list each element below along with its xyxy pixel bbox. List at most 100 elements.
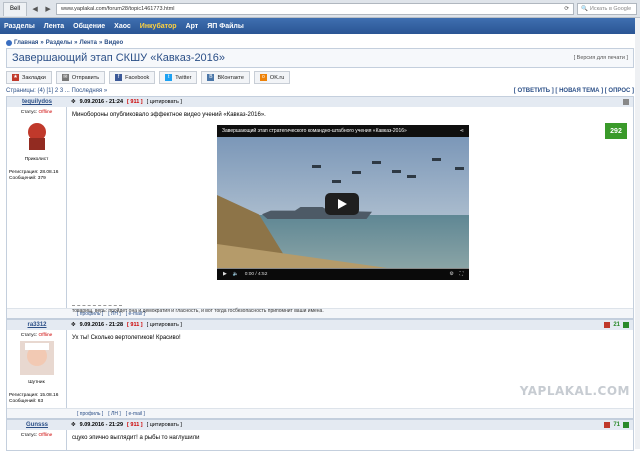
- report-icon[interactable]: [623, 99, 629, 105]
- topic-actions[interactable]: [ ОТВЕТИТЬ ] [ НОВАЯ ТЕМА ] [ ОПРОС ]: [514, 88, 634, 94]
- avatar[interactable]: [19, 118, 54, 152]
- post-link-icon[interactable]: ✥: [71, 99, 76, 105]
- quote-link[interactable]: [ цитировать ]: [147, 99, 182, 105]
- video-time: 0:00 / 4:52: [244, 271, 268, 277]
- quote-link[interactable]: [ цитировать ]: [147, 322, 182, 328]
- post: Gunsss ✥ 9.09.2016 - 21:29 [ 911 ] [ цит…: [6, 419, 634, 451]
- fullscreen-icon[interactable]: ⛶: [460, 271, 463, 277]
- post-date: 9.09.2016 - 21:29: [79, 422, 124, 428]
- site-watermark: YAPLAKAL.COM: [519, 384, 630, 398]
- post-author[interactable]: Gunsss: [7, 422, 67, 428]
- video-title[interactable]: Завершающий этап стратегического командн…: [222, 128, 407, 134]
- back-icon[interactable]: ◀: [30, 4, 40, 14]
- post-rating: 21: [604, 322, 633, 328]
- volume-icon[interactable]: 🔈: [233, 272, 239, 277]
- post-author[interactable]: tequilydos: [7, 99, 67, 105]
- author-panel: Статус: Offline: [7, 430, 67, 450]
- post-text: Минобороны опубликовало эффектное видео …: [72, 112, 266, 118]
- post-header: Gunsss ✥ 9.09.2016 - 21:29 [ 911 ] [ цит…: [7, 419, 633, 430]
- nav-item-incubator[interactable]: Инкубатор: [140, 23, 177, 30]
- helicopter-icon: [455, 167, 464, 170]
- post-date: 9.09.2016 - 21:24: [79, 99, 124, 105]
- helicopter-icon: [372, 161, 381, 164]
- forward-icon[interactable]: ▶: [43, 4, 53, 14]
- profile-link[interactable]: [ профиль ]: [77, 411, 103, 417]
- rate-down-icon[interactable]: [604, 422, 611, 428]
- settings-icon[interactable]: ⚙: [449, 272, 453, 277]
- print-version-link[interactable]: [ Версия для печати ]: [574, 55, 628, 61]
- facebook-icon: f: [115, 74, 123, 81]
- author-info: Регистрация: 28.08.16 Сообщений: 379: [9, 170, 64, 182]
- tab-label: Bell: [10, 6, 21, 12]
- send-button[interactable]: ✉ Отправить: [55, 71, 106, 84]
- post-meta: ✥ 9.09.2016 - 21:29 [ 911 ] [ цитировать…: [67, 422, 604, 428]
- breadcrumb-sections[interactable]: Разделы: [46, 40, 72, 46]
- author-panel: Статус: Offline Шутник Регистрация: 15.0…: [7, 330, 67, 408]
- post: tequilydos ✥ 9.09.2016 - 21:24 [ 911 ] […: [6, 96, 634, 319]
- nav-item-feed[interactable]: Лента: [44, 23, 64, 30]
- nav-item-social[interactable]: Общение: [73, 23, 105, 30]
- post-meta: ✥ 9.09.2016 - 21:28 [ 911 ] [ цитировать…: [67, 322, 604, 328]
- reload-icon[interactable]: ⟳: [564, 6, 569, 12]
- vk-icon: B: [207, 74, 215, 81]
- post-link-icon[interactable]: ✥: [71, 422, 76, 428]
- rating-value: 71: [613, 422, 620, 428]
- author-rank: Приколист: [24, 157, 49, 162]
- post-number[interactable]: [ 911 ]: [127, 422, 143, 428]
- pagination[interactable]: Страницы: (4) [1] 2 3 ... Последняя »: [6, 88, 107, 94]
- post: ra3312 ✥ 9.09.2016 - 21:28 [ 911 ] [ цит…: [6, 319, 634, 419]
- nav-item-files[interactable]: ЯП Файлы: [207, 23, 244, 30]
- avatar[interactable]: [19, 341, 54, 375]
- video-progress-bar[interactable]: [217, 268, 469, 269]
- play-icon[interactable]: ▶: [223, 272, 227, 277]
- scrollbar[interactable]: [635, 18, 640, 449]
- search-input[interactable]: 🔍 Искать в Google: [577, 2, 637, 15]
- helicopter-icon: [352, 171, 361, 174]
- facebook-button[interactable]: f Facebook: [109, 71, 156, 84]
- quote-link[interactable]: [ цитировать ]: [147, 422, 182, 428]
- play-button[interactable]: [325, 193, 359, 215]
- breadcrumb: Главная » Разделы » Лента » Видео: [6, 40, 634, 46]
- video-player[interactable]: Завершающий этап стратегического командн…: [217, 125, 469, 280]
- vkontakte-button[interactable]: B ВКонтакте: [201, 71, 250, 84]
- author-status: Статус: Offline: [20, 433, 53, 438]
- okru-button[interactable]: o OK.ru: [253, 71, 291, 84]
- breadcrumb-feed[interactable]: Лента: [80, 40, 97, 46]
- post-meta: ✥ 9.09.2016 - 21:24 [ 911 ] [ цитировать…: [67, 99, 623, 105]
- post-rating[interactable]: 292: [605, 123, 627, 139]
- topic-title-bar: Завершающий этап СКШУ «Кавказ-2016» [ Ве…: [6, 48, 634, 68]
- post-text: Ух ты! Сколько вертолетиков! Красиво!: [72, 335, 181, 341]
- nav-item-sections[interactable]: Разделы: [4, 23, 35, 30]
- video-controls: ▶ 🔈 0:00 / 4:52 ⚙ ⛶: [217, 268, 469, 280]
- helicopter-icon: [432, 158, 441, 161]
- author-messages: Сообщений: 379: [9, 176, 46, 181]
- rate-up-icon[interactable]: [623, 422, 629, 428]
- helicopter-icon: [407, 175, 416, 178]
- pm-link[interactable]: [ ЛН ]: [108, 411, 120, 417]
- breadcrumb-video[interactable]: Видео: [104, 40, 123, 46]
- breadcrumb-home[interactable]: Главная: [14, 40, 38, 46]
- browser-tab[interactable]: Bell: [3, 1, 28, 16]
- address-bar[interactable]: www.yaplakal.com/forum28/topic1461773.ht…: [56, 2, 574, 15]
- post-author[interactable]: ra3312: [7, 322, 67, 328]
- share-icon[interactable]: ⋖: [460, 128, 464, 134]
- post-number[interactable]: [ 911 ]: [127, 99, 143, 105]
- search-placeholder: Искать в Google: [589, 5, 632, 12]
- nav-item-chaos[interactable]: Хаос: [114, 23, 131, 30]
- post-header: tequilydos ✥ 9.09.2016 - 21:24 [ 911 ] […: [7, 96, 633, 107]
- author-info: Регистрация: 15.08.16 Сообщений: 63: [9, 393, 64, 405]
- post-tools: [623, 99, 633, 105]
- post-link-icon[interactable]: ✥: [71, 322, 76, 328]
- helicopter-icon: [392, 170, 401, 173]
- author-panel: Статус: Offline Приколист Регистрация: 2…: [7, 107, 67, 308]
- post-content: сцуко эпично выглядит! а рыбы то наглуши…: [67, 430, 633, 450]
- bookmarks-button[interactable]: ★ Закладки: [6, 71, 52, 84]
- rate-down-icon[interactable]: [604, 322, 611, 328]
- nav-item-art[interactable]: Арт: [186, 23, 199, 30]
- rate-up-icon[interactable]: [623, 322, 629, 328]
- post-number[interactable]: [ 911 ]: [127, 322, 143, 328]
- author-status: Статус: Offline: [20, 333, 53, 338]
- email-link[interactable]: [ e-mail ]: [126, 411, 145, 417]
- helicopter-icon: [312, 165, 321, 168]
- twitter-button[interactable]: t Twitter: [159, 71, 198, 84]
